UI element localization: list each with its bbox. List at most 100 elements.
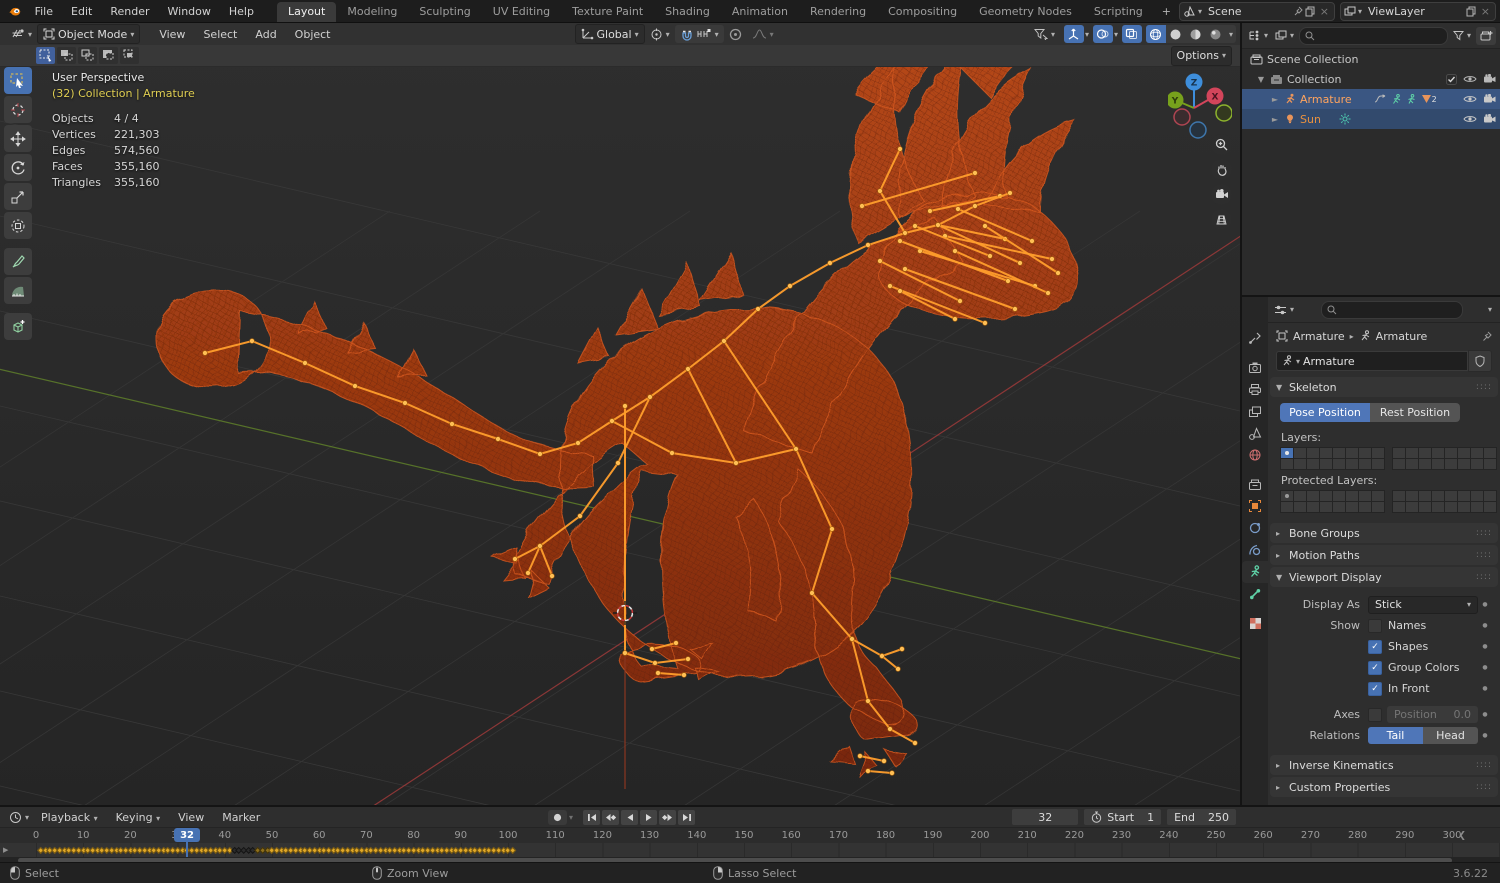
menu-file[interactable]: File (26, 5, 62, 18)
pivot-point-dropdown[interactable]: ▾ (645, 25, 675, 43)
mode-dropdown[interactable]: Object Mode ▾ (37, 24, 141, 44)
panel-inverse-kinematics-header[interactable]: ▸ Inverse Kinematics :::: (1270, 755, 1498, 775)
tab-texture[interactable] (1242, 612, 1268, 634)
layer-cell-1[interactable] (1293, 490, 1307, 502)
exclude-checkbox[interactable] (1446, 73, 1457, 85)
layer-cell-26[interactable] (1418, 458, 1432, 470)
animate-dot[interactable]: ● (1478, 732, 1492, 739)
tool-scale[interactable] (4, 183, 32, 210)
channel-expand-icon[interactable]: ▶ (3, 846, 8, 854)
layer-cell-25[interactable] (1405, 458, 1419, 470)
animate-dot[interactable]: ● (1478, 711, 1492, 718)
layer-cell-28[interactable] (1444, 501, 1458, 513)
workspace-tab-animation[interactable]: Animation (721, 2, 799, 22)
outliner-row-sun[interactable]: ► Sun (1242, 109, 1500, 129)
outliner-row-armature[interactable]: ► Armature 2 (1242, 89, 1500, 109)
layer-cell-2[interactable] (1306, 490, 1320, 502)
layer-cell-22[interactable] (1470, 490, 1484, 502)
workspace-tab-geometry-nodes[interactable]: Geometry Nodes (968, 2, 1083, 22)
in-front-checkbox[interactable]: ✓ (1368, 681, 1382, 696)
workspace-tab-texture-paint[interactable]: Texture Paint (561, 2, 654, 22)
pan-button[interactable] (1211, 159, 1232, 180)
animate-dot[interactable]: ● (1478, 622, 1492, 629)
layer-cell-19[interactable] (1431, 447, 1445, 459)
tool-select-box[interactable] (4, 67, 32, 94)
select-mode-extend-icon[interactable] (57, 47, 76, 64)
show-overlays-toggle[interactable] (1092, 25, 1113, 43)
layer-cell-25[interactable] (1405, 501, 1419, 513)
fake-user-button[interactable] (1468, 350, 1492, 372)
disable-render-camera-icon[interactable] (1483, 114, 1496, 124)
layer-cell-23[interactable] (1483, 490, 1497, 502)
panel-viewport-display-header[interactable]: ▼ Viewport Display :::: (1270, 567, 1498, 587)
tab-world[interactable] (1242, 444, 1268, 466)
tab-output[interactable] (1242, 378, 1268, 400)
tool-transform[interactable] (4, 212, 32, 239)
layer-cell-7[interactable] (1371, 447, 1385, 459)
playhead[interactable]: 32 (174, 828, 201, 857)
layer-cell-13[interactable] (1345, 458, 1359, 470)
xray-toggle[interactable] (1121, 25, 1142, 43)
hide-eye-icon[interactable] (1463, 94, 1477, 104)
layer-cell-24[interactable] (1392, 501, 1406, 513)
rest-position-button[interactable]: Rest Position (1370, 403, 1460, 422)
menu-playback[interactable]: Playback ▾ (32, 811, 107, 824)
menu-object[interactable]: Object (286, 28, 340, 41)
panel-grip[interactable]: :::: (1476, 528, 1492, 538)
close-icon[interactable]: × (1318, 5, 1331, 18)
panel-custom-properties-header[interactable]: ▸ Custom Properties :::: (1270, 777, 1498, 797)
menu-view[interactable]: View (150, 28, 194, 41)
animate-dot[interactable]: ● (1478, 685, 1492, 692)
layer-cell-1[interactable] (1293, 447, 1307, 459)
layer-cell-28[interactable] (1444, 458, 1458, 470)
prev-keyframe-button[interactable] (602, 809, 620, 825)
gizmo-neg-x-axis[interactable] (1173, 108, 1191, 126)
falloff-dropdown[interactable]: ▾ (747, 25, 779, 43)
chevron-down-icon[interactable]: ▾ (1085, 30, 1089, 39)
panel-grip[interactable]: :::: (1476, 760, 1492, 770)
tab-bone[interactable] (1242, 583, 1268, 605)
timeline-ruler[interactable]: 0102030405060708090100110120130140150160… (0, 827, 1500, 843)
layer-cell-2[interactable] (1306, 447, 1320, 459)
layer-cell-3[interactable] (1319, 490, 1333, 502)
layer-cell-12[interactable] (1332, 458, 1346, 470)
layer-cell-31[interactable] (1483, 458, 1497, 470)
layer-cell-18[interactable] (1418, 447, 1432, 459)
layer-cell-22[interactable] (1470, 447, 1484, 459)
region-collapse-icon[interactable]: ❮ (1458, 831, 1466, 841)
shading-wireframe-button[interactable] (1145, 25, 1166, 43)
shading-rendered-button[interactable] (1206, 25, 1226, 43)
layer-cell-27[interactable] (1431, 501, 1445, 513)
menu-keying[interactable]: Keying ▾ (107, 811, 169, 824)
panel-grip[interactable]: :::: (1476, 550, 1492, 560)
layer-cell-14[interactable] (1358, 458, 1372, 470)
layer-cell-15[interactable] (1371, 458, 1385, 470)
outliner-filter-button[interactable]: ▾ (1451, 27, 1473, 45)
workspace-tab-sculpting[interactable]: Sculpting (408, 2, 481, 22)
close-icon[interactable]: × (1479, 5, 1492, 18)
expand-icon[interactable]: ► (1270, 115, 1280, 124)
layer-cell-30[interactable] (1470, 501, 1484, 513)
layer-cell-16[interactable] (1392, 490, 1406, 502)
animate-dot[interactable]: ● (1478, 643, 1492, 650)
pose-position-button[interactable]: Pose Position (1280, 403, 1370, 422)
gizmo-neg-z-axis[interactable] (1189, 121, 1207, 139)
3d-viewport[interactable]: ▾ Object Mode ▾ View Select Add Object G… (0, 23, 1240, 805)
selectability-visibility-dropdown[interactable]: ▾ (1029, 25, 1060, 43)
animate-dot[interactable]: ● (1478, 601, 1492, 608)
layer-cell-24[interactable] (1392, 458, 1406, 470)
tail-button[interactable]: Tail (1368, 727, 1423, 744)
display-as-dropdown[interactable]: Stick ▾ (1368, 595, 1478, 614)
layer-cell-26[interactable] (1418, 501, 1432, 513)
tool-add-cube[interactable] (4, 313, 32, 340)
layer-cell-4[interactable] (1332, 447, 1346, 459)
chevron-down-icon[interactable]: ▾ (569, 813, 573, 822)
layer-cell-17[interactable] (1405, 447, 1419, 459)
head-button[interactable]: Head (1423, 727, 1478, 744)
layer-cell-17[interactable] (1405, 490, 1419, 502)
tab-object[interactable] (1242, 495, 1268, 517)
chevron-down-icon[interactable]: ▾ (1226, 30, 1236, 39)
layer-cell-15[interactable] (1371, 501, 1385, 513)
layer-cell-16[interactable] (1392, 447, 1406, 459)
tool-move[interactable] (4, 125, 32, 152)
